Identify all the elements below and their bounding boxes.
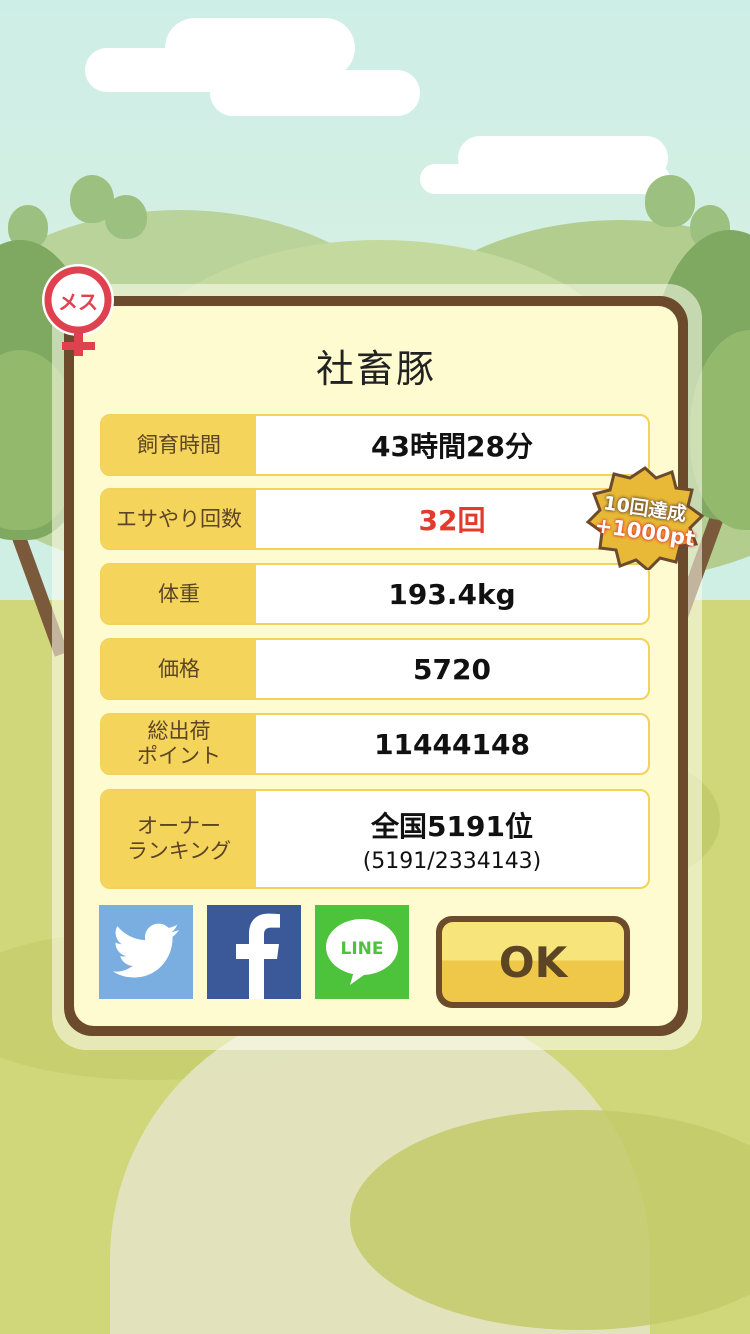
row-label: 体重: [102, 565, 256, 623]
row-owner-ranking: オーナー ランキング 全国5191位 (5191/2334143): [100, 789, 650, 889]
weight-value: 193.4kg: [388, 577, 516, 611]
female-label: メス: [58, 290, 98, 314]
row-value: 11444148: [256, 715, 648, 773]
total-points-value: 11444148: [374, 727, 530, 761]
row-label: 飼育時間: [102, 416, 256, 474]
price-value: 5720: [413, 652, 491, 686]
tree: [105, 195, 147, 239]
row-price: 価格 5720: [100, 638, 650, 700]
row-weight: 体重 193.4kg: [100, 563, 650, 625]
ok-button[interactable]: OK: [436, 916, 630, 1008]
twitter-bird-icon: [112, 923, 179, 978]
facebook-share-button[interactable]: [207, 905, 301, 999]
row-total-points: 総出荷 ポイント 11444148: [100, 713, 650, 775]
cloud: [165, 18, 355, 78]
row-label: 価格: [102, 640, 256, 698]
row-value: 全国5191位 (5191/2334143): [256, 791, 648, 887]
ranking-value: 全国5191位: [371, 809, 533, 843]
female-gender-icon: メス: [34, 262, 126, 362]
ok-button-label: OK: [442, 922, 624, 1002]
line-label: LINE: [340, 939, 384, 959]
pig-status-dialog: 社畜豚 飼育時間 43時間28分 エサやり回数 32回 体重 193.4kg 価…: [64, 296, 704, 1036]
breeding-time-value: 43時間28分: [371, 430, 533, 463]
ranking-detail: (5191/2334143): [362, 848, 542, 874]
feed-count-value: 32回: [418, 504, 486, 537]
row-label: エサやり回数: [102, 490, 256, 548]
facebook-f-icon: [236, 913, 280, 999]
achievement-badge: 10回達成 +1000pt: [586, 466, 704, 570]
pig-name-title: 社畜豚: [315, 347, 436, 391]
row-label: 総出荷 ポイント: [102, 715, 256, 773]
row-label-line1: オーナー: [137, 814, 221, 838]
row-breeding-time: 飼育時間 43時間28分: [100, 414, 650, 476]
row-value: 5720: [256, 640, 648, 698]
tree: [645, 175, 695, 227]
row-label: オーナー ランキング: [102, 791, 256, 887]
row-label-line2: ランキング: [126, 839, 232, 863]
row-feed-count: エサやり回数 32回: [100, 488, 650, 550]
row-label-line1: 総出荷: [147, 719, 211, 743]
twitter-share-button[interactable]: [99, 905, 193, 999]
cloud: [458, 136, 668, 180]
row-label-line2: ポイント: [137, 744, 221, 768]
dialog-panel: 社畜豚 飼育時間 43時間28分 エサやり回数 32回 体重 193.4kg 価…: [74, 306, 704, 1026]
cloud: [210, 70, 420, 116]
row-value: 193.4kg: [256, 565, 648, 623]
line-share-button[interactable]: LINE: [315, 905, 409, 999]
